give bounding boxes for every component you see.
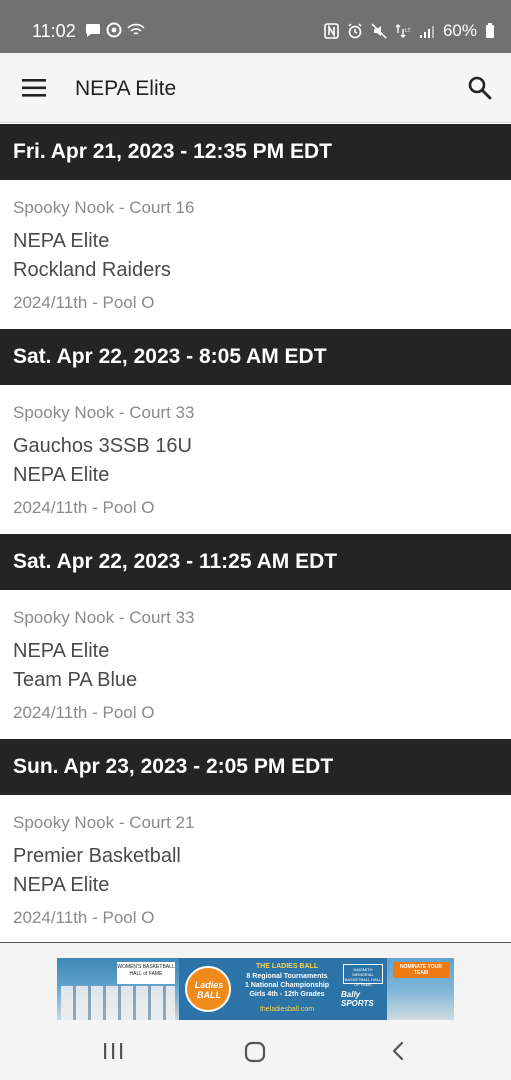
mute-icon (371, 23, 387, 39)
ad-line: 8 Regional Tournaments (246, 973, 328, 980)
lte-icon: LTE (395, 23, 411, 39)
recents-icon[interactable] (102, 1042, 124, 1060)
game-division: 2024/11th - Pool O (13, 498, 155, 517)
game-details: Spooky Nook - Court 33 NEPA Elite Team P… (0, 590, 511, 739)
game-team-away: Team PA Blue (13, 669, 138, 691)
game-datetime-header: Fri. Apr 21, 2023 - 12:35 PM EDT (0, 124, 511, 180)
game-division: 2024/11th - Pool O (13, 293, 155, 312)
chat-bubble-icon (85, 23, 101, 38)
ad-players-image (61, 986, 175, 1020)
search-icon[interactable] (467, 75, 493, 101)
svg-text:LTE: LTE (405, 28, 411, 34)
alarm-icon (347, 23, 363, 39)
ad-headline: THE LADIES BALL (255, 963, 319, 970)
game-item[interactable]: Sat. Apr 22, 2023 - 11:25 AM EDT Spooky … (0, 534, 511, 739)
ad-line: Girls 4th - 12th Grades (249, 991, 325, 998)
nfc-icon (324, 23, 339, 39)
game-team-away: Rockland Raiders (13, 259, 171, 281)
ad-naismith-logo: NAISMITH MEMORIAL BASKETBALL HALL OF FAM… (343, 964, 383, 987)
game-team-away: NEPA Elite (13, 874, 110, 896)
app-title: NEPA Elite (75, 77, 177, 100)
system-nav-bar (0, 1022, 511, 1080)
game-item[interactable]: Sun. Apr 23, 2023 - 2:05 PM EDT Spooky N… (0, 739, 511, 944)
ad-center-panel: Ladies BALL THE LADIES BALL 8 Regional T… (179, 958, 387, 1020)
status-bar: 11:02 LTE 60% (0, 0, 511, 53)
battery-percent: 60% (442, 21, 477, 40)
ad-line: 1 National Championship (244, 982, 329, 989)
game-division: 2024/11th - Pool O (13, 908, 155, 927)
status-time: 11:02 (32, 21, 76, 41)
game-details: Spooky Nook - Court 16 NEPA Elite Rockla… (0, 180, 511, 329)
battery-icon (485, 23, 495, 39)
ad-hall-of-fame-logo: WOMEN'S BASKETBALL HALL of FAME (117, 962, 175, 984)
signal-icon (419, 24, 435, 39)
ad-right-photo: NOMINATE YOUR TEAM (387, 958, 454, 1020)
ad-sponsor: Bally SPORTS (341, 990, 374, 1008)
hamburger-menu-icon[interactable] (22, 77, 48, 99)
ad-nominate-badge: NOMINATE YOUR TEAM (393, 962, 449, 978)
status-left-icons (85, 22, 145, 38)
app-bar: NEPA Elite (0, 53, 511, 123)
game-team-home: NEPA Elite (13, 230, 110, 252)
game-venue: Spooky Nook - Court 33 (13, 403, 195, 422)
game-division: 2024/11th - Pool O (13, 703, 155, 722)
game-details: Spooky Nook - Court 21 Premier Basketbal… (0, 795, 511, 944)
home-icon[interactable] (244, 1041, 266, 1063)
game-team-home: Gauchos 3SSB 16U (13, 435, 192, 457)
game-item[interactable]: Sat. Apr 22, 2023 - 8:05 AM EDT Spooky N… (0, 329, 511, 534)
ad-url: theladiesball.com (259, 1006, 315, 1013)
game-venue: Spooky Nook - Court 21 (13, 813, 195, 832)
status-right-icons: LTE 60% (324, 21, 495, 41)
game-datetime-header: Sat. Apr 22, 2023 - 11:25 AM EDT (0, 534, 511, 590)
game-team-home: Premier Basketball (13, 845, 181, 867)
game-team-home: NEPA Elite (13, 640, 110, 662)
game-datetime-header: Sat. Apr 22, 2023 - 8:05 AM EDT (0, 329, 511, 385)
wifi-icon (127, 23, 145, 37)
game-details: Spooky Nook - Court 33 Gauchos 3SSB 16U … (0, 385, 511, 534)
footer-area: WOMEN'S BASKETBALL HALL of FAME Ladies B… (0, 943, 511, 1080)
game-item[interactable]: Fri. Apr 21, 2023 - 12:35 PM EDT Spooky … (0, 124, 511, 329)
ad-team-photo: WOMEN'S BASKETBALL HALL of FAME (57, 958, 179, 1020)
back-icon[interactable] (388, 1040, 410, 1062)
ad-ball-text: Ladies BALL (194, 980, 224, 1000)
ad-banner[interactable]: WOMEN'S BASKETBALL HALL of FAME Ladies B… (57, 958, 454, 1020)
game-team-away: NEPA Elite (13, 464, 110, 486)
game-venue: Spooky Nook - Court 33 (13, 608, 195, 627)
game-list: Fri. Apr 21, 2023 - 12:35 PM EDT Spooky … (0, 124, 511, 944)
target-icon (106, 22, 122, 38)
game-datetime-header: Sun. Apr 23, 2023 - 2:05 PM EDT (0, 739, 511, 795)
game-venue: Spooky Nook - Court 16 (13, 198, 195, 217)
